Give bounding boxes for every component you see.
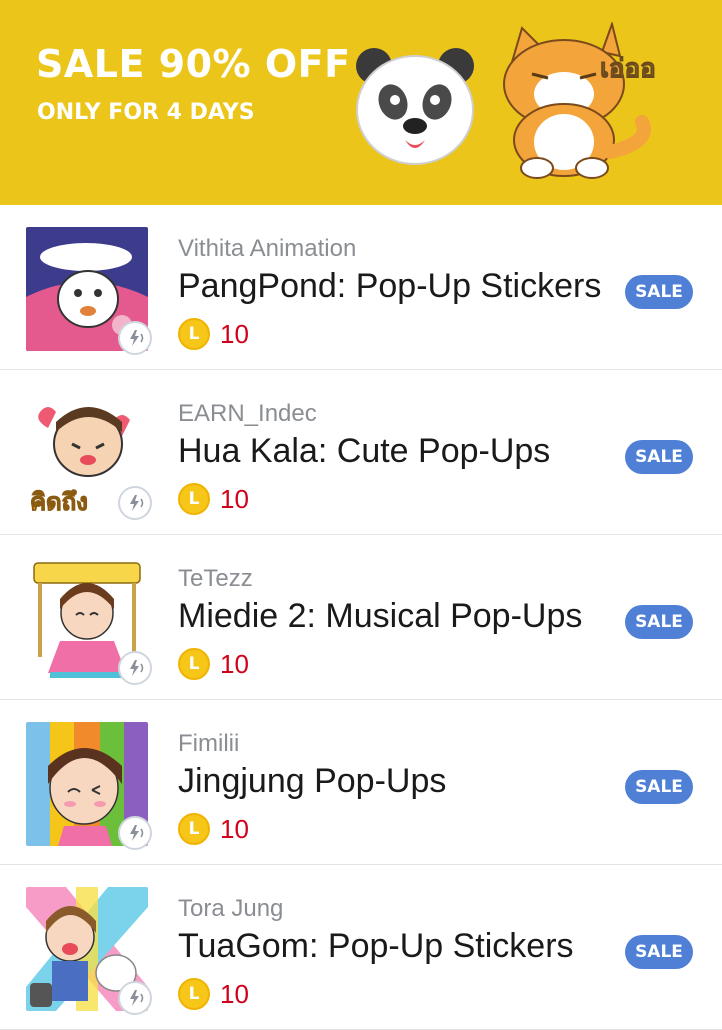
coin-icon: L <box>178 318 210 350</box>
coin-icon: L <box>178 648 210 680</box>
list-item[interactable]: Vithita Animation PangPond: Pop-Up Stick… <box>0 205 722 370</box>
price: L 10 <box>178 482 249 516</box>
creator-name: TeTezz <box>178 565 253 592</box>
popup-sound-icon <box>118 651 152 685</box>
creator-name: Vithita Animation <box>178 235 357 262</box>
sticker-title: Jingjung Pop-Ups <box>178 762 447 800</box>
price: L 10 <box>178 812 249 846</box>
list-item[interactable]: คิดถึง EARN_Indec Hua Kala: Cute Pop-Ups… <box>0 370 722 535</box>
list-item[interactable]: Fimilii Jingjung Pop-Ups L 10 SALE <box>0 700 722 865</box>
popup-sound-icon <box>118 981 152 1015</box>
sale-banner[interactable]: SALE 90% OFF ONLY FOR 4 DAYS เอ่ออ <box>0 0 722 205</box>
sticker-list: Vithita Animation PangPond: Pop-Up Stick… <box>0 205 722 1030</box>
sale-badge: SALE <box>625 935 693 969</box>
banner-subtitle: ONLY FOR 4 DAYS <box>37 100 255 125</box>
sale-badge: SALE <box>625 275 693 309</box>
svg-text:คิดถึง: คิดถึง <box>30 488 88 516</box>
sale-badge: SALE <box>625 770 693 804</box>
price-amount: 10 <box>220 318 249 349</box>
price: L 10 <box>178 317 249 351</box>
creator-name: Tora Jung <box>178 895 284 922</box>
sale-badge: SALE <box>625 605 693 639</box>
cat-sticker-text: เอ่ออ <box>600 54 657 85</box>
coin-icon: L <box>178 978 210 1010</box>
sticker-title: Miedie 2: Musical Pop-Ups <box>178 597 583 635</box>
price-amount: 10 <box>220 813 249 844</box>
price-amount: 10 <box>220 648 249 679</box>
creator-name: Fimilii <box>178 730 240 757</box>
price: L 10 <box>178 647 249 681</box>
sale-badge: SALE <box>625 440 693 474</box>
list-item[interactable]: Tora Jung TuaGom: Pop-Up Stickers L 10 S… <box>0 865 722 1030</box>
list-item[interactable]: TeTezz Miedie 2: Musical Pop-Ups L 10 SA… <box>0 535 722 700</box>
sticker-title: TuaGom: Pop-Up Stickers <box>178 927 574 965</box>
popup-sound-icon <box>118 321 152 355</box>
price-amount: 10 <box>220 483 249 514</box>
cat-sticker-image <box>503 22 651 179</box>
price-amount: 10 <box>220 978 249 1009</box>
creator-name: EARN_Indec <box>178 400 317 427</box>
sticker-title: PangPond: Pop-Up Stickers <box>178 267 602 305</box>
sticker-title: Hua Kala: Cute Pop-Ups <box>178 432 551 470</box>
banner-title: SALE 90% OFF <box>36 42 351 86</box>
panda-sticker-image <box>356 48 474 165</box>
price: L 10 <box>178 977 249 1011</box>
coin-icon: L <box>178 813 210 845</box>
coin-icon: L <box>178 483 210 515</box>
popup-sound-icon <box>118 486 152 520</box>
popup-sound-icon <box>118 816 152 850</box>
